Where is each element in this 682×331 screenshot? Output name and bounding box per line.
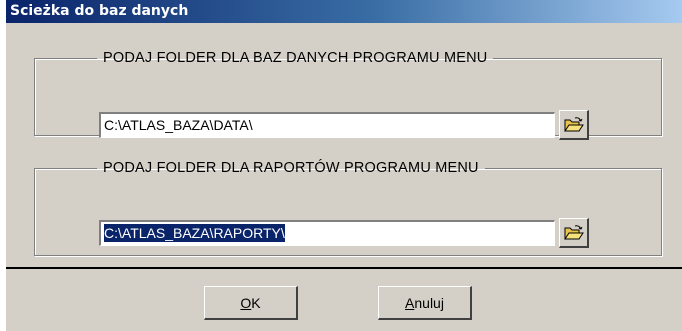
dialog-separator — [6, 267, 682, 269]
reports-browse-button[interactable] — [559, 218, 589, 248]
dialog-window: Scieżka do baz danych PODAJ FOLDER DLA B… — [6, 0, 682, 331]
cancel-button[interactable]: Anuluj — [378, 286, 472, 320]
open-folder-icon — [563, 116, 584, 131]
ok-label-rest: K — [251, 294, 261, 311]
reports-folder-legend: PODAJ FOLDER DLA RAPORTÓW PROGRAMU MENU — [103, 160, 479, 176]
cancel-label-rest: nuluj — [414, 294, 444, 311]
reports-folder-group: PODAJ FOLDER DLA RAPORTÓW PROGRAMU MENU … — [34, 160, 662, 256]
reports-path-input[interactable]: C:\ATLAS_BAZA\RAPORTY\ — [99, 220, 555, 246]
ok-button[interactable]: OK — [204, 286, 298, 320]
window-title[interactable]: Scieżka do baz danych — [6, 0, 682, 23]
reports-path-value: C:\ATLAS_BAZA\RAPORTY\ — [104, 224, 285, 242]
database-folder-legend: PODAJ FOLDER DLA BAZ DANYCH PROGRAMU MEN… — [103, 50, 488, 66]
open-folder-icon — [563, 224, 584, 239]
database-path-input[interactable]: C:\ATLAS_BAZA\DATA\ — [99, 112, 555, 138]
database-folder-group: PODAJ FOLDER DLA BAZ DANYCH PROGRAMU MEN… — [34, 50, 662, 140]
ok-accelerator: O — [240, 294, 252, 311]
database-browse-button[interactable] — [559, 110, 589, 140]
cancel-accelerator: A — [405, 294, 415, 311]
database-path-value: C:\ATLAS_BAZA\DATA\ — [104, 117, 253, 133]
